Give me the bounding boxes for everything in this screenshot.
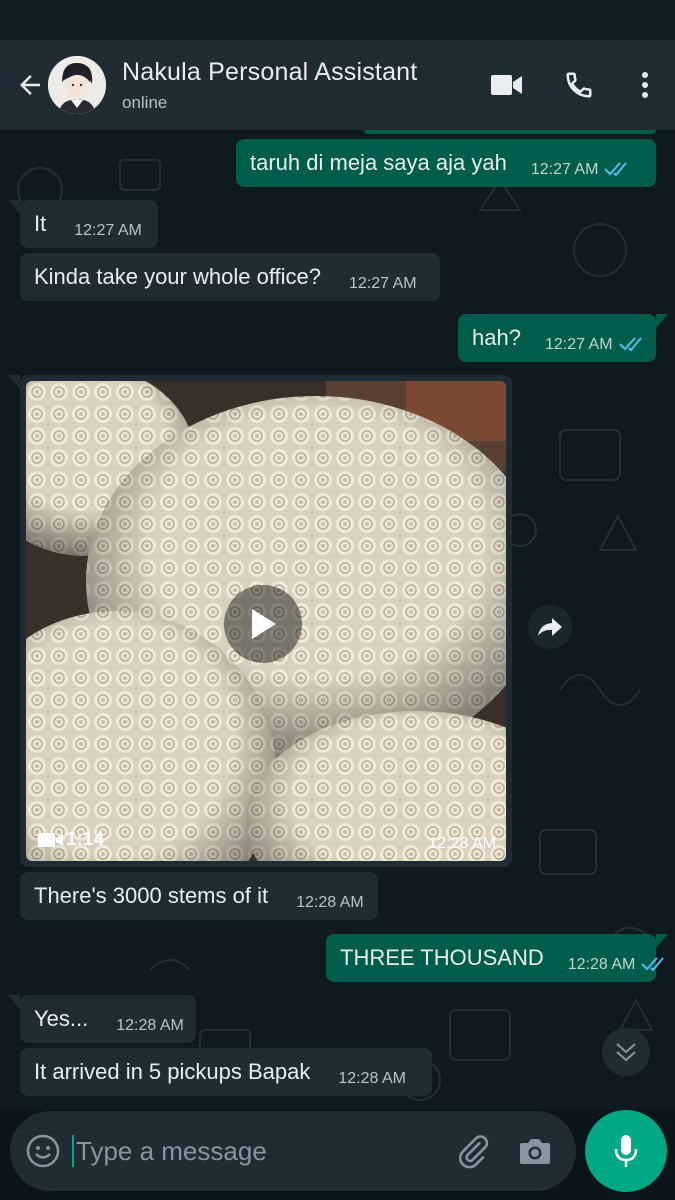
attach-button[interactable]	[442, 1111, 504, 1191]
contact-status: online	[122, 92, 168, 112]
message-incoming[interactable]: Yes... 12:28 AM	[20, 995, 196, 1043]
emoji-icon	[26, 1134, 60, 1168]
video-thumbnail[interactable]: 1:14 12:28 AM	[26, 381, 506, 861]
read-ticks-icon	[618, 336, 645, 352]
avatar-illustration	[48, 56, 106, 114]
video-message[interactable]: 1:14 12:28 AM	[20, 375, 512, 867]
message-text: Yes...	[34, 1006, 89, 1031]
video-call-icon	[491, 75, 522, 95]
message-time: 12:27 AM	[530, 161, 599, 178]
play-button[interactable]	[224, 585, 302, 663]
bubble-tail	[8, 375, 20, 389]
message-composer	[10, 1111, 576, 1191]
video-call-button[interactable]	[471, 55, 543, 115]
message-list[interactable]: taruh di meja saya aja yah 12:27 AM It 1…	[0, 130, 675, 1110]
message-time: 12:27 AM	[74, 222, 142, 239]
double-chevron-down-icon	[616, 1043, 636, 1062]
video-duration-text: 1:14	[66, 829, 105, 850]
message-incoming[interactable]: It 12:27 AM	[20, 200, 158, 248]
message-incoming[interactable]: There's 3000 stems of it 12:28 AM	[20, 872, 378, 920]
message-incoming[interactable]: Kinda take your whole office? 12:27 AM	[20, 253, 440, 301]
message-text: Kinda take your whole office?	[34, 264, 321, 289]
message-outgoing[interactable]: taruh di meja saya aja yah 12:27 AM	[236, 139, 656, 187]
play-icon	[252, 609, 276, 639]
message-incoming[interactable]: It arrived in 5 pickups Bapak 12:28 AM	[20, 1048, 432, 1096]
back-arrow-icon	[20, 75, 40, 95]
message-time: 12:27 AM	[544, 336, 613, 353]
message-input[interactable]	[74, 1131, 442, 1171]
message-outgoing[interactable]: THREE THOUSAND 12:28 AM	[326, 934, 665, 982]
previous-message-edge	[364, 130, 656, 134]
voice-call-button[interactable]	[543, 55, 615, 115]
contact-name: Nakula Personal Assistant	[122, 57, 418, 86]
message-time: 12:28 AM	[567, 956, 636, 973]
video-duration: 1:14	[38, 829, 104, 851]
bubble-tail	[8, 200, 20, 214]
avatar[interactable]	[48, 56, 106, 114]
message-text: There's 3000 stems of it	[34, 883, 269, 908]
forward-button[interactable]	[528, 605, 572, 649]
read-ticks-icon	[641, 956, 667, 972]
emoji-button[interactable]	[10, 1111, 76, 1191]
bubble-tail	[656, 934, 668, 948]
message-time: 12:27 AM	[349, 275, 417, 292]
message-text: It arrived in 5 pickups Bapak	[34, 1059, 311, 1084]
status-bar	[0, 0, 675, 40]
more-options-button[interactable]	[615, 55, 675, 115]
message-time: 12:28 AM	[116, 1017, 184, 1034]
message-text: It	[34, 211, 47, 236]
camera-icon	[520, 1139, 550, 1164]
voice-call-icon	[566, 72, 592, 98]
message-time: 12:28 AM	[296, 894, 364, 911]
more-options-icon	[642, 72, 648, 98]
scroll-to-bottom-button[interactable]	[602, 1028, 650, 1076]
forward-icon	[538, 618, 562, 636]
bubble-tail	[8, 995, 20, 1009]
bubble-tail	[656, 314, 668, 328]
message-time: 12:28 AM	[338, 1070, 406, 1087]
message-text: hah?	[472, 325, 521, 350]
chat-header: Nakula Personal Assistant online	[0, 40, 675, 130]
voice-record-button[interactable]	[585, 1110, 667, 1192]
read-ticks-icon	[604, 161, 630, 177]
message-text: taruh di meja saya aja yah	[250, 150, 507, 175]
video-camera-icon	[38, 833, 63, 847]
message-text: THREE THOUSAND	[340, 945, 544, 970]
camera-button[interactable]	[504, 1111, 566, 1191]
mic-icon	[614, 1135, 638, 1167]
message-time: 12:28 AM	[428, 835, 496, 852]
attach-icon	[458, 1135, 489, 1169]
message-outgoing[interactable]: hah? 12:27 AM	[458, 314, 656, 362]
contact-info[interactable]: Nakula Personal Assistant online	[122, 58, 471, 113]
